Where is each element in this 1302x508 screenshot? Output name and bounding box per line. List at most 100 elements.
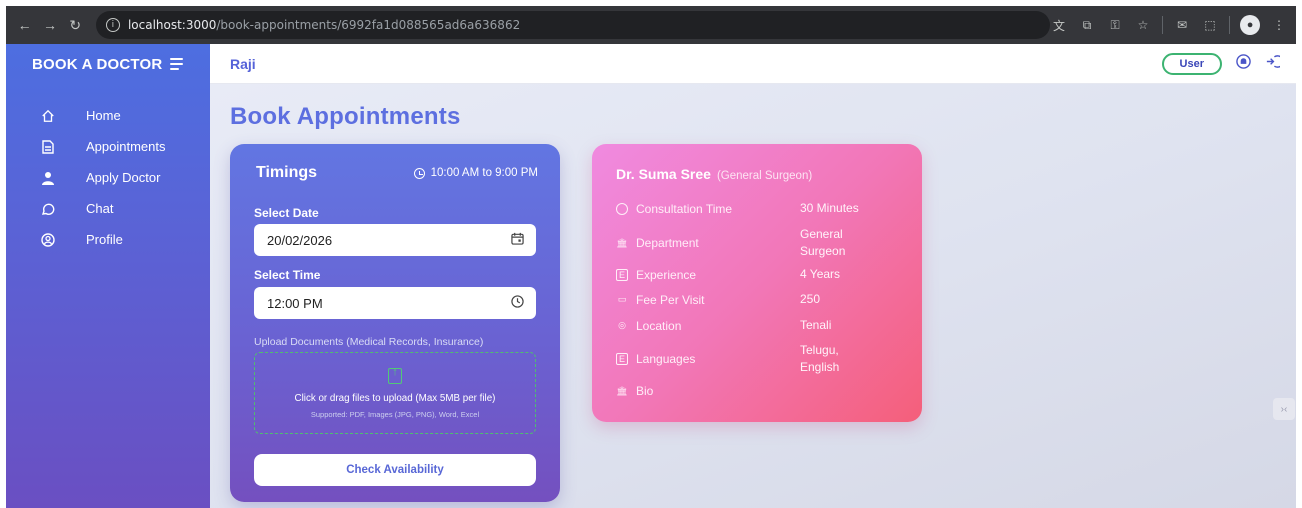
info-value: General Surgeon xyxy=(800,227,846,258)
sidebar-item-apply-doctor[interactable]: Apply Doctor xyxy=(6,162,210,193)
translate-icon[interactable]: 文 xyxy=(1050,16,1068,34)
reload-icon[interactable]: ↻ xyxy=(63,12,88,38)
back-icon[interactable]: ← xyxy=(12,12,37,38)
role-badge: User xyxy=(1161,52,1222,75)
doctor-info-languages: E Languages Telugu, English xyxy=(616,342,906,376)
info-label: ▭ Fee Per Visit xyxy=(616,293,800,307)
extensions-icon[interactable]: ⬚ xyxy=(1201,16,1219,34)
doctor-info-fee: ▭ Fee Per Visit 250 xyxy=(616,291,906,308)
document-icon xyxy=(40,139,56,155)
sidebar-item-label: Appointments xyxy=(86,139,166,154)
notification-bell-icon[interactable] xyxy=(1236,53,1251,74)
info-value: Tenali xyxy=(800,318,832,332)
doctor-info-department: 🏛 Department General Surgeon xyxy=(616,226,906,260)
booking-card-header: Timings 10:00 AM to 9:00 PM xyxy=(256,164,538,182)
chat-icon xyxy=(40,201,56,217)
sidebar-item-label: Apply Doctor xyxy=(86,170,161,185)
key-icon[interactable]: ⚿ xyxy=(1106,16,1124,34)
wallet-icon: ▭ xyxy=(617,294,627,304)
doctor-info-experience: E Experience 4 Years xyxy=(616,266,906,283)
info-label: ◎ Location xyxy=(616,319,800,333)
doctor-info-bio: 🏛 Bio xyxy=(616,384,906,398)
info-value: 4 Years xyxy=(800,267,841,281)
upload-dropzone[interactable]: Click or drag files to upload (Max 5MB p… xyxy=(254,352,536,434)
brand-title: BOOK A DOCTOR xyxy=(32,55,163,73)
clock-icon[interactable] xyxy=(511,295,524,311)
info-label: E Languages xyxy=(616,352,800,366)
language-icon: E xyxy=(616,353,628,365)
bookmark-star-icon[interactable]: ☆ xyxy=(1134,16,1152,34)
site-info-icon[interactable]: i xyxy=(105,18,120,32)
doctor-icon xyxy=(40,170,56,186)
info-label-text: Fee Per Visit xyxy=(636,292,705,307)
calendar-icon[interactable] xyxy=(511,232,524,248)
info-label: Consultation Time xyxy=(616,202,800,216)
forward-icon[interactable]: → xyxy=(37,12,62,38)
sidebar-item-profile[interactable]: Profile xyxy=(6,224,210,255)
clock-icon xyxy=(413,167,425,179)
browser-actions: 文 ⧉ ⚿ ☆ ✉ ⬚ ● ⋮ xyxy=(1050,15,1296,35)
check-availability-button[interactable]: Check Availability xyxy=(254,454,536,486)
mail-extension-icon[interactable]: ✉ xyxy=(1173,16,1191,34)
info-value: 250 xyxy=(800,292,821,306)
address-bar[interactable]: i localhost:3000/book-appointments/6992f… xyxy=(95,11,1051,39)
info-label-text: Department xyxy=(636,236,699,250)
url-path: /book-appointments/6992fa1d088565ad6a636… xyxy=(216,18,521,32)
doctor-name: Dr. Suma Sree xyxy=(616,166,711,182)
info-label-text: Bio xyxy=(636,384,654,398)
sidebar-item-label: Home xyxy=(86,108,121,123)
toolbar-separator xyxy=(1162,16,1164,34)
info-label-text: Consultation Time xyxy=(636,201,733,216)
toolbar-separator xyxy=(1229,16,1231,34)
page-title: Book Appointments xyxy=(230,103,461,130)
sidebar-item-label: Profile xyxy=(86,232,123,247)
time-input[interactable]: 12:00 PM xyxy=(254,287,536,319)
url-host: localhost:3000 xyxy=(127,18,217,32)
info-label: E Experience xyxy=(616,268,800,282)
header-actions: User xyxy=(1161,52,1296,75)
booking-card: Timings 10:00 AM to 9:00 PM Select Date … xyxy=(230,144,560,502)
floating-widget-icon[interactable]: ›‹ xyxy=(1273,398,1295,420)
browser-menu-icon[interactable]: ⋮ xyxy=(1270,16,1288,34)
upload-instruction: Click or drag files to upload (Max 5MB p… xyxy=(294,392,496,404)
doctor-specialization: (General Surgeon) xyxy=(716,170,813,182)
date-value: 20/02/2026 xyxy=(267,232,333,248)
info-label-text: Languages xyxy=(636,352,696,366)
upload-documents-label: Upload Documents (Medical Records, Insur… xyxy=(254,336,484,348)
browser-toolbar: ← → ↻ i localhost:3000/book-appointments… xyxy=(6,6,1296,44)
sidebar-nav: Home Appointments Apply Doctor Chat Prof… xyxy=(6,100,210,255)
info-label-text: Experience xyxy=(636,267,697,282)
sidebar: BOOK A DOCTOR Home Appointments Apply Do… xyxy=(6,44,210,508)
timings-hours: 10:00 AM to 9:00 PM xyxy=(413,167,538,179)
brand: BOOK A DOCTOR xyxy=(6,44,210,84)
info-label-text: Location xyxy=(636,318,682,333)
info-label: 🏛 Department xyxy=(616,236,800,250)
hamburger-menu-icon[interactable] xyxy=(170,58,184,70)
home-icon xyxy=(40,108,56,124)
clock-icon xyxy=(616,202,628,215)
sidebar-item-appointments[interactable]: Appointments xyxy=(6,131,210,162)
top-header: Raji User xyxy=(210,44,1296,84)
info-value: 30 Minutes xyxy=(800,201,859,215)
app-window: ← → ↻ i localhost:3000/book-appointments… xyxy=(6,6,1296,508)
building-icon: 🏛 xyxy=(616,237,628,248)
main-content: Book Appointments Timings 10:00 AM to 9:… xyxy=(210,84,1296,508)
doctor-header: Dr. Suma Sree (General Surgeon) xyxy=(616,166,812,182)
time-label: Select Time xyxy=(254,268,321,282)
time-value: 12:00 PM xyxy=(267,295,323,311)
upload-file-icon xyxy=(388,366,402,384)
doctor-info-consultation-time: Consultation Time 30 Minutes xyxy=(616,200,906,217)
timings-hours-text: 10:00 AM to 9:00 PM xyxy=(430,167,538,179)
browser-profile-icon[interactable]: ● xyxy=(1240,15,1261,35)
sidebar-item-home[interactable]: Home xyxy=(6,100,210,131)
info-value: Telugu, English xyxy=(800,343,840,374)
sidebar-item-chat[interactable]: Chat xyxy=(6,193,210,224)
install-app-icon[interactable]: ⧉ xyxy=(1078,16,1096,34)
date-input[interactable]: 20/02/2026 xyxy=(254,224,536,256)
doctor-card: Dr. Suma Sree (General Surgeon) Consulta… xyxy=(592,144,922,422)
info-label: 🏛 Bio xyxy=(616,384,800,398)
logout-icon[interactable] xyxy=(1265,54,1284,74)
booking-card-title: Timings xyxy=(256,164,318,181)
header-username: Raji xyxy=(230,55,256,72)
doctor-info-location: ◎ Location Tenali xyxy=(616,317,906,334)
